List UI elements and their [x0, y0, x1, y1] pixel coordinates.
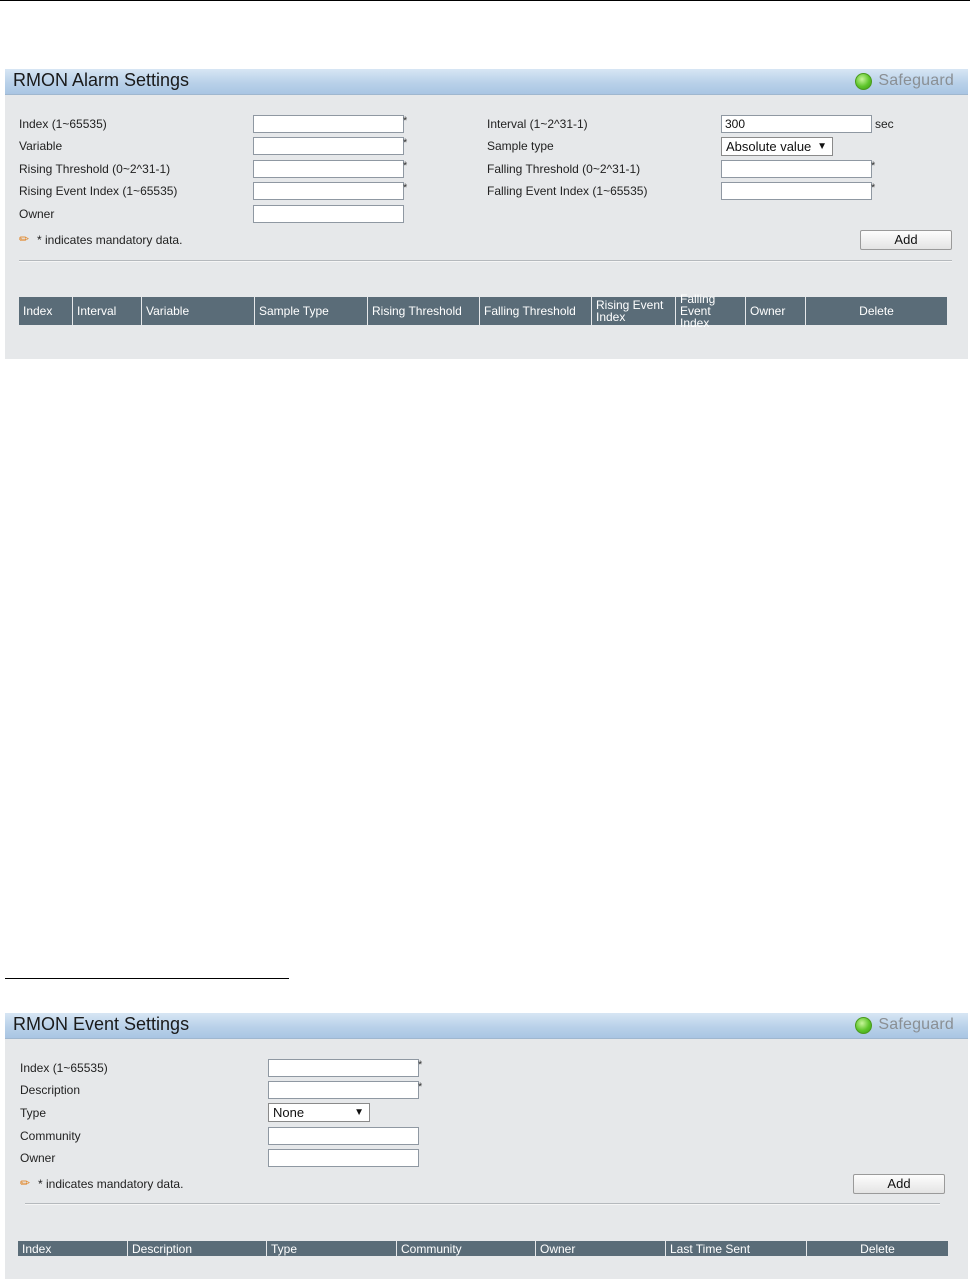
page-title: RMON Alarm Settings: [13, 70, 190, 90]
column-header-falling-event-index: Falling Event Index: [676, 293, 746, 329]
owner-label: Owner: [20, 1151, 56, 1165]
alarm-index-input[interactable]: [253, 115, 404, 133]
page-title: RMON Event Settings: [13, 1014, 190, 1034]
required-asterisk: *: [403, 137, 408, 149]
column-header-rising-threshold: Rising Threshold: [368, 297, 480, 325]
interval-input[interactable]: 300: [721, 115, 872, 133]
column-header-delete: Delete: [860, 1241, 895, 1256]
top-rule: [0, 0, 970, 1]
column-header-rising-event-index: Rising Event Index: [592, 297, 676, 325]
safeguard-indicator[interactable]: Safeguard: [855, 72, 954, 90]
alarm-table-header: Index Interval Variable Sample Type Risi…: [19, 293, 947, 329]
column-header-variable: Variable: [142, 297, 255, 325]
required-asterisk: *: [871, 160, 876, 172]
add-event-button[interactable]: Add: [853, 1174, 945, 1194]
rising-event-index-label: Rising Event Index (1~65535): [19, 184, 178, 198]
safeguard-indicator[interactable]: Safeguard: [855, 1016, 954, 1034]
event-table-header: Index Description Type Community Owner L…: [18, 1241, 948, 1256]
variable-label: Variable: [19, 139, 63, 153]
index-label: Index (1~65535): [20, 1061, 108, 1075]
event-type-select[interactable]: None ▼: [268, 1103, 370, 1122]
pencil-icon: ✏: [19, 232, 30, 246]
safeguard-status-icon: [855, 1016, 873, 1034]
required-asterisk: *: [418, 1059, 423, 1071]
falling-event-index-input[interactable]: [721, 182, 872, 200]
column-header-falling-threshold: Falling Threshold: [480, 297, 592, 325]
sample-type-label: Sample type: [487, 139, 554, 153]
event-type-value: None: [273, 1105, 305, 1120]
required-asterisk: *: [403, 160, 408, 172]
pencil-icon: ✏: [20, 1176, 31, 1190]
sample-type-select[interactable]: Absolute value ▼: [721, 137, 833, 156]
event-owner-input[interactable]: [268, 1149, 419, 1167]
falling-threshold-input[interactable]: [721, 160, 872, 178]
column-header-interval: Interval: [73, 297, 142, 325]
add-alarm-button[interactable]: Add: [860, 230, 952, 250]
column-header-index: Index: [19, 297, 73, 325]
event-description-input[interactable]: [268, 1081, 419, 1099]
rmon-event-panel: RMON Event Settings Safeguard Index (1~6…: [5, 1013, 968, 1279]
required-asterisk: *: [403, 182, 408, 194]
column-header-index: Index: [18, 1241, 128, 1256]
mandatory-note: * indicates mandatory data.: [38, 1177, 184, 1191]
required-asterisk: *: [403, 115, 408, 127]
rising-threshold-label: Rising Threshold (0~2^31-1): [19, 162, 171, 176]
column-header-owner: Owner: [746, 297, 806, 325]
alarm-panel-header: RMON Alarm Settings Safeguard: [5, 69, 968, 95]
safeguard-label: Safeguard: [878, 72, 954, 89]
owner-label: Owner: [19, 207, 55, 221]
type-label: Type: [20, 1106, 47, 1120]
divider: [25, 1203, 940, 1205]
event-panel-header: RMON Event Settings Safeguard: [5, 1013, 968, 1039]
dropdown-arrow-icon: ▼: [354, 1107, 364, 1118]
required-asterisk: *: [418, 1081, 423, 1093]
column-header-type: Type: [267, 1241, 397, 1256]
falling-event-index-label: Falling Event Index (1~65535): [487, 184, 648, 198]
safeguard-status-icon: [855, 72, 873, 90]
rmon-alarm-panel: RMON Alarm Settings Safeguard Index (1~6…: [5, 69, 968, 359]
rising-threshold-input[interactable]: [253, 160, 404, 178]
alarm-variable-input[interactable]: [253, 137, 404, 155]
required-asterisk: *: [871, 182, 876, 194]
community-label: Community: [20, 1129, 81, 1143]
description-label: Description: [20, 1083, 81, 1097]
section-rule: [5, 978, 289, 979]
divider: [19, 260, 952, 262]
interval-unit: sec: [875, 117, 894, 131]
column-header-description: Description: [128, 1241, 267, 1256]
index-label: Index (1~65535): [19, 117, 107, 131]
event-community-input[interactable]: [268, 1127, 419, 1145]
column-header-last-time-sent: Last Time Sent: [666, 1241, 807, 1256]
column-header-community: Community: [397, 1241, 536, 1256]
rising-event-index-input[interactable]: [253, 182, 404, 200]
column-header-sample-type: Sample Type: [255, 297, 368, 325]
sample-type-value: Absolute value: [726, 139, 812, 154]
dropdown-arrow-icon: ▼: [817, 141, 827, 152]
alarm-owner-input[interactable]: [253, 205, 404, 223]
event-index-input[interactable]: [268, 1059, 419, 1077]
interval-label: Interval (1~2^31-1): [487, 117, 588, 131]
column-header-delete: Delete: [859, 304, 894, 318]
column-header-owner: Owner: [536, 1241, 666, 1256]
safeguard-label: Safeguard: [878, 1016, 954, 1033]
falling-threshold-label: Falling Threshold (0~2^31-1): [487, 162, 641, 176]
mandatory-note: * indicates mandatory data.: [37, 233, 183, 247]
